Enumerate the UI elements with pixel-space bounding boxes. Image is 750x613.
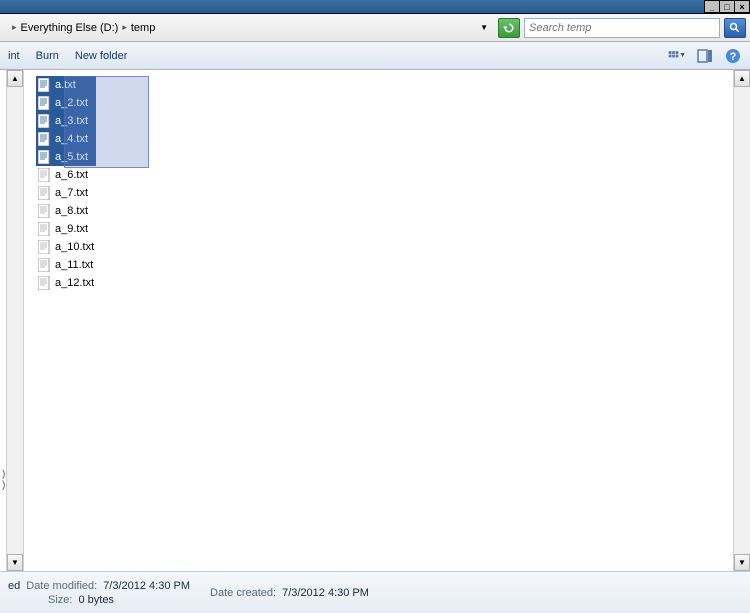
text-file-icon bbox=[38, 258, 51, 272]
scroll-down-icon[interactable]: ▼ bbox=[734, 554, 750, 571]
file-item[interactable]: a_5.txt bbox=[36, 148, 96, 166]
file-name: a.txt bbox=[55, 79, 76, 91]
preview-pane-button[interactable] bbox=[696, 47, 714, 65]
status-bar: ed Date modified: 7/3/2012 4:30 PM Size:… bbox=[0, 571, 750, 613]
scroll-down-icon[interactable]: ▼ bbox=[7, 554, 23, 571]
text-file-icon bbox=[38, 186, 51, 200]
file-item[interactable]: a_12.txt bbox=[36, 274, 96, 292]
file-name: a_12.txt bbox=[55, 277, 94, 289]
file-item[interactable]: a_3.txt bbox=[36, 112, 96, 130]
breadcrumb[interactable]: ▸ Everything Else (D:) ▸ temp bbox=[4, 18, 470, 38]
file-item[interactable]: a_7.txt bbox=[36, 184, 96, 202]
file-item[interactable]: a_6.txt bbox=[36, 166, 96, 184]
text-file-icon bbox=[38, 168, 51, 182]
file-list[interactable]: a.txt a_2.txt a_3.txt a_4.txt a_5.txt a_6.txt… bbox=[24, 70, 733, 571]
file-name: a_2.txt bbox=[55, 97, 88, 109]
file-name: a_10.txt bbox=[55, 241, 94, 253]
main-area: )) ▲ ▼ a.txt a_2.txt a_3.txt a_4.txt a_5.txt… bbox=[0, 70, 750, 571]
file-item[interactable]: a_9.txt bbox=[36, 220, 96, 238]
view-icon bbox=[668, 48, 679, 64]
navigation-pane: )) ▲ ▼ bbox=[0, 70, 24, 571]
maximize-button[interactable]: □ bbox=[719, 0, 735, 13]
address-bar: ▸ Everything Else (D:) ▸ temp ▼ bbox=[0, 14, 750, 42]
file-item[interactable]: a_2.txt bbox=[36, 94, 96, 112]
search-button[interactable] bbox=[724, 18, 746, 38]
status-size: 0 bytes bbox=[78, 594, 113, 606]
view-button[interactable]: ▼ bbox=[668, 47, 686, 65]
preview-pane-icon bbox=[697, 48, 713, 64]
scroll-up-icon[interactable]: ▲ bbox=[734, 70, 750, 87]
file-name: a_9.txt bbox=[55, 223, 88, 235]
content-scrollbar[interactable]: ▲ ▼ bbox=[733, 70, 750, 571]
breadcrumb-drive[interactable]: Everything Else (D:) bbox=[21, 22, 119, 34]
status-date-modified-label: Date modified: bbox=[26, 580, 97, 592]
chevron-down-icon: ▼ bbox=[679, 52, 686, 59]
text-file-icon bbox=[38, 276, 51, 290]
file-item[interactable]: a.txt bbox=[36, 76, 96, 94]
text-file-icon bbox=[38, 222, 51, 236]
scroll-up-icon[interactable]: ▲ bbox=[7, 70, 23, 87]
file-name: a_11.txt bbox=[55, 259, 93, 271]
file-name: a_4.txt bbox=[55, 133, 88, 145]
refresh-button[interactable] bbox=[498, 18, 520, 38]
file-name: a_6.txt bbox=[55, 169, 88, 181]
text-file-icon bbox=[38, 96, 51, 110]
address-dropdown-icon[interactable]: ▼ bbox=[474, 23, 494, 32]
breadcrumb-folder[interactable]: temp bbox=[131, 22, 155, 34]
text-file-icon bbox=[38, 114, 51, 128]
file-name: a_8.txt bbox=[55, 205, 88, 217]
help-icon: ? bbox=[725, 48, 741, 64]
file-name: a_7.txt bbox=[55, 187, 88, 199]
search-box[interactable] bbox=[524, 18, 720, 38]
burn-menu[interactable]: Burn bbox=[36, 50, 59, 62]
new-folder-menu[interactable]: New folder bbox=[75, 50, 128, 62]
search-icon bbox=[729, 22, 741, 34]
status-date-created-label: Date created: bbox=[210, 587, 276, 599]
file-item[interactable]: a_4.txt bbox=[36, 130, 96, 148]
close-button[interactable]: × bbox=[734, 0, 750, 13]
window-titlebar: _ □ × bbox=[0, 0, 750, 14]
file-item[interactable]: a_8.txt bbox=[36, 202, 96, 220]
refresh-icon bbox=[503, 22, 515, 34]
text-file-icon bbox=[38, 78, 51, 92]
nav-collapse-nodes[interactable]: )) bbox=[2, 469, 5, 491]
status-date-modified: 7/3/2012 4:30 PM bbox=[103, 580, 190, 592]
text-file-icon bbox=[38, 132, 51, 146]
status-date-created: 7/3/2012 4:30 PM bbox=[282, 587, 369, 599]
help-button[interactable]: ? bbox=[724, 47, 742, 65]
file-item[interactable]: a_10.txt bbox=[36, 238, 96, 256]
text-file-icon bbox=[38, 240, 51, 254]
search-input[interactable] bbox=[529, 22, 715, 34]
minimize-button[interactable]: _ bbox=[704, 0, 720, 13]
file-name: a_3.txt bbox=[55, 115, 88, 127]
nav-scrollbar[interactable]: ▲ ▼ bbox=[6, 70, 23, 571]
toolbar: int Burn New folder ▼ ? bbox=[0, 42, 750, 70]
text-file-icon bbox=[38, 150, 51, 164]
print-menu[interactable]: int bbox=[8, 50, 20, 62]
text-file-icon bbox=[38, 204, 51, 218]
file-item[interactable]: a_11.txt bbox=[36, 256, 96, 274]
status-size-label: Size: bbox=[48, 594, 72, 606]
file-name: a_5.txt bbox=[55, 151, 88, 163]
svg-text:?: ? bbox=[730, 51, 737, 63]
breadcrumb-arrow-icon: ▸ bbox=[118, 22, 131, 33]
status-ed: ed bbox=[8, 580, 20, 592]
breadcrumb-arrow-icon: ▸ bbox=[8, 22, 21, 33]
